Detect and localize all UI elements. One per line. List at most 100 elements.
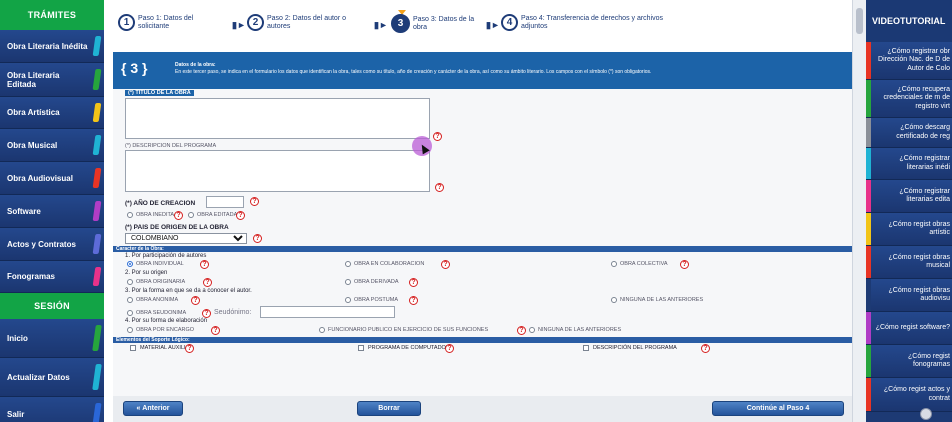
help-icon[interactable]: ? — [435, 183, 444, 192]
step-3[interactable]: 3 Paso 3: Datos de la obra — [391, 14, 474, 33]
sidebar-item-actos-contratos[interactable]: Actos y Contratos — [0, 228, 104, 261]
programa-computador-checkbox[interactable] — [358, 345, 364, 351]
help-icon[interactable]: ? — [409, 278, 418, 287]
tutorial-link[interactable]: ¿Cómo descarg certificado de reg — [866, 118, 952, 148]
obra-editada-radio[interactable] — [188, 212, 194, 218]
sidebar-item-inicio[interactable]: Inicio — [0, 319, 104, 358]
help-icon[interactable]: ? — [680, 260, 689, 269]
obra-colectiva-radio[interactable] — [611, 261, 617, 267]
step-2[interactable]: 2 Paso 2: Datos del autor o autores — [247, 14, 346, 31]
obra-derivada-radio[interactable] — [345, 279, 351, 285]
help-icon[interactable]: ? — [701, 344, 710, 353]
titulo-textarea[interactable] — [125, 98, 430, 139]
sidebar-item-obra-audiovisual[interactable]: Obra Audiovisual — [0, 162, 104, 195]
sidebar-item-software[interactable]: Software — [0, 195, 104, 228]
sidebar-item-label: Obra Literaria Editada — [7, 70, 60, 89]
sidebar-item-fonogramas[interactable]: Fonogramas — [0, 261, 104, 293]
help-icon[interactable]: ? — [409, 296, 418, 305]
help-icon[interactable]: ? — [253, 234, 262, 243]
sidebar-color-bar — [92, 201, 102, 221]
obra-originaria-radio[interactable] — [127, 279, 133, 285]
material-auxiliar-checkbox[interactable] — [130, 345, 136, 351]
tramites-header: TRÁMITES — [0, 0, 104, 30]
step-4[interactable]: 4 Paso 4: Transferencia de derechos y ar… — [501, 14, 663, 31]
help-icon[interactable]: ? — [517, 326, 526, 335]
scroll-handle-icon[interactable] — [920, 408, 932, 420]
help-icon[interactable]: ? — [441, 260, 450, 269]
obra-editada-label: OBRA EDITADA — [197, 212, 238, 218]
videotutorial-sidebar: VIDEOTUTORIAL ¿Cómo registrar obr Direcc… — [866, 0, 952, 422]
help-icon[interactable]: ? — [200, 260, 209, 269]
obra-individual-radio[interactable] — [127, 261, 133, 267]
help-icon[interactable]: ? — [191, 296, 200, 305]
tutorial-link[interactable]: ¿Cómo registrar literarias edita — [866, 180, 952, 213]
help-icon[interactable]: ? — [445, 344, 454, 353]
obra-postuma-radio[interactable] — [345, 297, 351, 303]
help-icon[interactable]: ? — [202, 309, 211, 318]
tutorial-link[interactable]: ¿Cómo regist obras musical — [866, 246, 952, 279]
anio-input[interactable] — [206, 196, 244, 208]
sidebar-item-actualizar-datos[interactable]: Actualizar Datos — [0, 358, 104, 397]
continuar-button[interactable]: Continúe al Paso 4 — [712, 401, 844, 416]
obra-inedita-radio[interactable] — [127, 212, 133, 218]
sidebar-color-bar — [92, 267, 102, 286]
help-icon[interactable]: ? — [211, 326, 220, 335]
pais-select[interactable]: COLOMBIANO — [125, 233, 247, 244]
help-icon[interactable]: ? — [433, 132, 442, 141]
banner-text: En este tercer paso, se indica en el for… — [175, 69, 652, 75]
sesion-header: SESIÓN — [0, 293, 104, 319]
ninguna-anteriores-4-radio[interactable] — [529, 327, 535, 333]
sidebar-color-bar — [92, 364, 102, 390]
sidebar-item-obra-musical[interactable]: Obra Musical — [0, 129, 104, 162]
sidebar-item-obra-literaria-inedita[interactable]: Obra Literaria Inédita — [0, 30, 104, 63]
tutorial-link[interactable]: ¿Cómo regist software? — [866, 312, 952, 345]
borrar-button[interactable]: Borrar — [357, 401, 421, 416]
seudonimo-label: Seudónimo: — [214, 309, 252, 316]
banner-title: Datos de la obra: — [175, 62, 216, 68]
obra-form: (*) TITULO DE LA OBRA (*) DESCRIPCION DE… — [113, 89, 852, 422]
tutorial-link[interactable]: ¿Cómo recupera credenciales de m de regi… — [866, 80, 952, 118]
help-icon[interactable]: ? — [236, 211, 245, 220]
help-icon[interactable]: ? — [185, 344, 194, 353]
step-subtitle: obra — [413, 23, 428, 31]
sidebar-item-salir[interactable]: Salir — [0, 397, 104, 422]
tutorial-color-bar — [866, 180, 871, 212]
sidebar-color-bar — [92, 36, 102, 56]
help-icon[interactable]: ? — [250, 197, 259, 206]
seudonimo-input[interactable] — [260, 306, 395, 318]
caracter-section-header: Caracter de la Obra: — [113, 246, 852, 252]
step-1[interactable]: 1 Paso 1: Datos del solicitante — [118, 14, 193, 31]
scrollbar-thumb[interactable] — [856, 8, 863, 34]
sidebar-item-obra-literaria-editada[interactable]: Obra Literaria Editada — [0, 63, 104, 97]
tutorial-link-text: ¿Cómo regist obras artístic — [888, 220, 950, 237]
obra-seudonima-radio[interactable] — [127, 310, 133, 316]
descripcion-textarea[interactable] — [125, 150, 430, 192]
anterior-button[interactable]: « Anterior — [123, 401, 183, 416]
tutorial-color-bar — [866, 118, 871, 147]
help-icon[interactable]: ? — [203, 278, 212, 287]
obra-anonima-label: OBRA ANONIMA — [136, 297, 179, 303]
obra-colaboracion-radio[interactable] — [345, 261, 351, 267]
tutorial-link[interactable]: ¿Cómo registrar literarias inédi — [866, 148, 952, 180]
tutorial-link[interactable]: ¿Cómo regist fonogramas — [866, 345, 952, 378]
tutorial-color-bar — [866, 312, 871, 344]
tutorial-link[interactable]: ¿Cómo regist obras artístic — [866, 213, 952, 246]
sidebar-item-obra-artistica[interactable]: Obra Artística — [0, 97, 104, 129]
obra-encargo-radio[interactable] — [127, 327, 133, 333]
sidebar-color-bar — [92, 103, 102, 122]
obra-anonima-radio[interactable] — [127, 297, 133, 303]
tutorial-link[interactable]: ¿Cómo registrar obr Dirección Nac. de D … — [866, 42, 952, 80]
step-title: Paso 4: Transferencia de derechos y arch… — [521, 14, 664, 22]
borrar-label: Borrar — [378, 405, 400, 412]
ninguna-anteriores-4-label: NINGUNA DE LAS ANTERIORES — [538, 327, 622, 333]
tutorial-link[interactable]: ¿Cómo regist obras audiovisu — [866, 279, 952, 312]
step-arrow-icon: ▮► — [374, 20, 388, 30]
scrollbar[interactable] — [852, 0, 866, 422]
step-number: 1 — [118, 14, 135, 31]
tutorial-link[interactable]: ¿Cómo regist actos y contrat — [866, 378, 952, 412]
help-icon[interactable]: ? — [174, 211, 183, 220]
funcionario-publico-radio[interactable] — [319, 327, 325, 333]
descripcion-programa-checkbox[interactable] — [583, 345, 589, 351]
anio-label: (*) AÑO DE CREACION — [125, 200, 196, 207]
ninguna-anteriores-radio[interactable] — [611, 297, 617, 303]
